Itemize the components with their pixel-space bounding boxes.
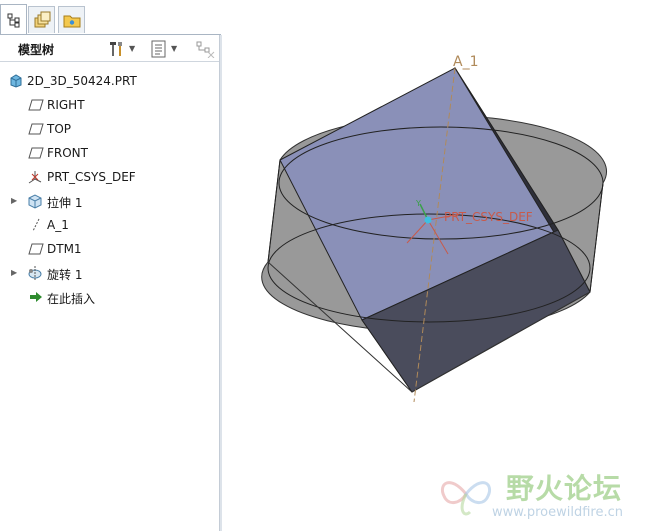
tree-item-label: 拉伸 1 — [47, 196, 83, 210]
watermark-title: 野火论坛 — [506, 472, 623, 505]
filter-button[interactable] — [195, 38, 215, 59]
model-tree: 2D_3D_50424.PRT RIGHT TOP FRONT PRT_CSYS… — [0, 69, 221, 309]
chevron-down-icon: ▼ — [129, 44, 136, 53]
datum-plane-icon — [28, 97, 44, 113]
tree-item-extrude[interactable]: ▶ 拉伸 1 — [0, 189, 221, 213]
datum-plane-icon — [28, 145, 44, 161]
tree-item-right[interactable]: RIGHT — [0, 93, 221, 117]
axis-label: A_1 — [453, 54, 478, 70]
datum-axis-icon — [28, 217, 44, 233]
model-tree-icon — [7, 13, 19, 28]
navigator-tabbar — [0, 0, 221, 36]
tree-item-label: PRT_CSYS_DEF — [47, 170, 136, 184]
show-button[interactable]: ▼ — [150, 38, 177, 59]
panel-header: 模型树 ▼ ▼ — [0, 35, 221, 62]
tree-item-label: FRONT — [47, 146, 88, 160]
list-view-icon — [151, 40, 166, 57]
datum-plane-icon — [28, 121, 44, 137]
model-tree-panel: 模型树 ▼ ▼ 2D_3D_50424.PRT RIGHT TOP FRONT … — [0, 35, 221, 531]
extrude-icon — [27, 193, 43, 209]
watermark-logo-icon — [441, 481, 491, 516]
tree-item-part[interactable]: 2D_3D_50424.PRT — [0, 69, 221, 93]
svg-text:Y: Y — [415, 199, 421, 208]
datum-plane-icon — [28, 241, 44, 257]
tree-item-revolve[interactable]: ▶ 旋转 1 — [0, 261, 221, 285]
tab-layers[interactable] — [28, 6, 55, 33]
tree-item-label: TOP — [47, 122, 72, 136]
tree-item-label: 旋转 1 — [47, 268, 83, 282]
expand-arrow-icon[interactable]: ▶ — [11, 268, 20, 278]
tree-item-csys[interactable]: PRT_CSYS_DEF — [0, 165, 221, 189]
tree-item-front[interactable]: FRONT — [0, 141, 221, 165]
coordinate-system-icon — [27, 169, 43, 185]
tree-item-dtm1[interactable]: DTM1 — [0, 237, 221, 261]
tree-item-insert-here[interactable]: 在此插入 — [0, 285, 221, 309]
tree-item-axis[interactable]: A_1 — [0, 213, 221, 237]
revolve-icon — [27, 265, 43, 281]
part-icon — [8, 73, 24, 89]
insert-here-arrow-icon — [28, 289, 44, 305]
tree-item-top[interactable]: TOP — [0, 117, 221, 141]
folder-icon — [63, 15, 80, 28]
tools-icon — [110, 41, 122, 56]
panel-title: 模型树 — [18, 43, 55, 57]
model-view: A_1 Y PRT_CSYS_DEF — [261, 54, 607, 403]
tree-item-label: A_1 — [47, 218, 69, 232]
tree-filter-icon — [196, 41, 215, 58]
csys-label: PRT_CSYS_DEF — [444, 210, 533, 224]
watermark-url: www.proewildfire.cn — [492, 505, 623, 520]
tab-folder[interactable] — [58, 6, 85, 33]
expand-arrow-icon[interactable]: ▶ — [11, 196, 20, 206]
tree-item-label: 2D_3D_50424.PRT — [27, 74, 137, 88]
layers-icon — [34, 11, 50, 28]
graphics-viewport[interactable]: A_1 Y PRT_CSYS_DEF — [222, 0, 645, 531]
tab-model-tree[interactable] — [0, 4, 27, 35]
chevron-down-icon: ▼ — [171, 44, 178, 53]
tree-item-label: RIGHT — [47, 98, 85, 112]
tree-item-label: 在此插入 — [47, 292, 96, 306]
tree-item-label: DTM1 — [47, 242, 82, 256]
settings-button[interactable]: ▼ — [108, 38, 135, 59]
